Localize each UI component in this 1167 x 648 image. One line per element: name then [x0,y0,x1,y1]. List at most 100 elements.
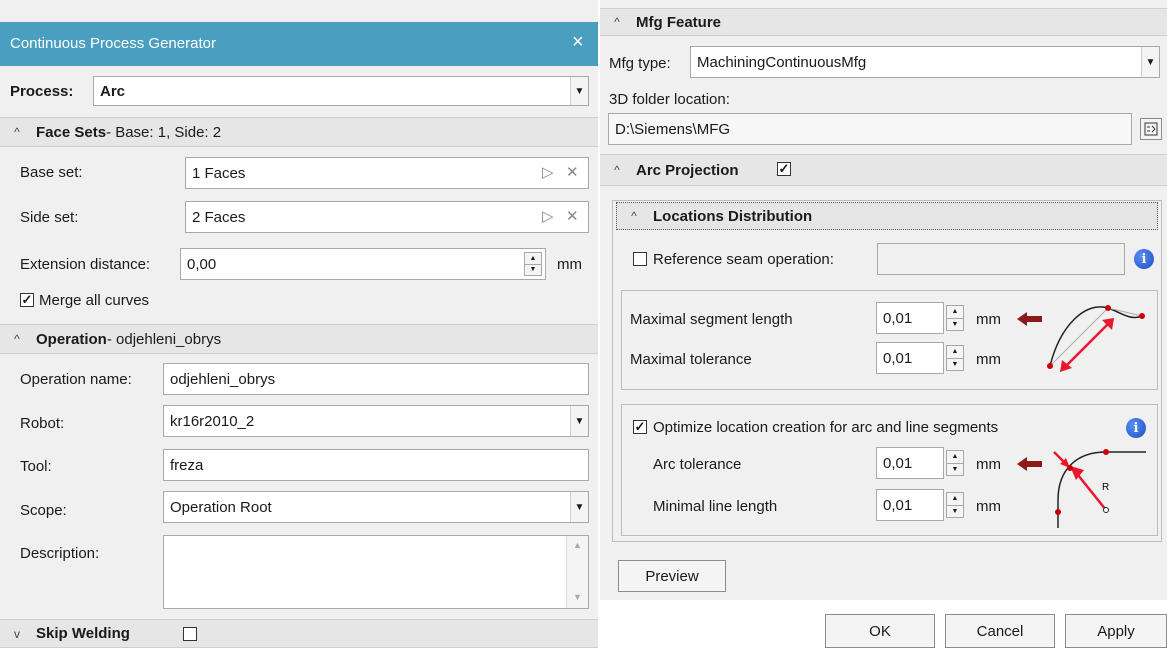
cancel-button[interactable]: Cancel [945,614,1055,648]
base-set-field[interactable]: 1 Faces [185,157,589,189]
operation-header[interactable]: ^ Operation - odjehleni_obrys [0,324,598,354]
apply-button-label: Apply [1097,622,1135,640]
apply-button[interactable]: Apply [1065,614,1167,648]
face-sets-header[interactable]: ^ Face Sets - Base: 1, Side: 2 [0,117,598,147]
spin-up-icon[interactable]: ▲ [947,493,963,506]
description-label: Description: [20,545,100,562]
locations-header[interactable]: ^ Locations Distribution [616,202,1158,230]
radius-label: R [1102,482,1109,493]
info-icon[interactable]: i [1134,249,1154,269]
folder-browse-icon[interactable] [1140,118,1162,140]
mfg-feature-title: Mfg Feature [636,13,722,31]
spin-down-icon[interactable]: ▼ [947,319,963,331]
pick-icon[interactable]: ▷ [542,163,554,181]
scope-value: Operation Root [170,498,272,516]
tool-value: freza [170,456,204,474]
preview-button-label: Preview [645,567,699,585]
arc-tolerance-unit: mm [976,456,1001,473]
chevron-up-icon: ^ [14,332,20,346]
merge-label: Merge all curves [39,292,150,309]
extension-value: 0,00 [187,255,217,273]
robot-value: kr16r2010_2 [170,412,255,430]
operation-detail: - odjehleni_obrys [106,330,222,348]
spin-down-icon[interactable]: ▼ [525,265,541,276]
clear-icon[interactable]: ✕ [566,163,579,181]
skip-welding-title: Skip Welding [36,625,130,642]
clear-icon[interactable]: ✕ [566,207,579,225]
scope-label: Scope: [20,502,67,519]
process-value: Arc [100,82,126,100]
optimize-label: Optimize location creation for arc and l… [653,419,999,436]
side-set-field[interactable]: 2 Faces [185,201,589,233]
arc-tolerance-stepper[interactable]: ▲ ▼ [946,450,964,476]
base-set-label: Base set: [20,164,83,181]
max-tolerance-value: 0,01 [883,349,913,367]
description-textarea[interactable] [163,535,589,609]
max-segment-unit: mm [976,311,1001,328]
skip-welding-checkbox[interactable] [183,627,197,641]
pick-icon[interactable]: ▷ [542,207,554,225]
chevron-down-icon[interactable]: ▼ [570,406,588,436]
operation-name-field[interactable]: odjehleni_obrys [163,363,589,395]
extension-field[interactable]: 0,00 [180,248,546,280]
chevron-down-icon: v [14,626,20,641]
mfg-feature-header[interactable]: ^ Mfg Feature [600,8,1167,36]
mfg-type-select[interactable]: MachiningContinuousMfg [690,46,1160,78]
max-segment-label: Maximal segment length [630,311,793,328]
merge-checkbox[interactable]: ✓ [20,293,34,307]
arc-tolerance-label: Arc tolerance [653,456,742,473]
chevron-up-icon: ^ [614,163,620,177]
spin-up-icon[interactable]: ▲ [947,306,963,319]
max-tolerance-field[interactable]: 0,01 [876,342,944,374]
folder-location-field[interactable]: D:\Siemens\MFG [608,113,1132,145]
arc-tolerance-value: 0,01 [883,454,913,472]
ok-button[interactable]: OK [825,614,935,648]
min-line-value: 0,01 [883,496,913,514]
face-sets-detail: - Base: 1, Side: 2 [106,123,222,141]
process-label: Process: [10,83,74,100]
side-set-value: 2 Faces [192,208,246,226]
spin-up-icon[interactable]: ▲ [947,451,963,464]
max-segment-stepper[interactable]: ▲ ▼ [946,305,964,331]
info-icon[interactable]: i [1126,418,1146,438]
max-tolerance-stepper[interactable]: ▲ ▼ [946,345,964,371]
spin-down-icon[interactable]: ▼ [947,359,963,371]
scroll-down-icon[interactable]: ▼ [573,592,582,602]
spin-down-icon[interactable]: ▼ [947,464,963,476]
arc-projection-header[interactable]: ^ Arc Projection [600,154,1167,186]
min-line-field[interactable]: 0,01 [876,489,944,521]
optimize-checkbox[interactable]: ✓ [633,420,647,434]
close-icon[interactable]: × [572,31,584,54]
arc-projection-checkbox[interactable]: ✓ [777,162,791,176]
preview-button[interactable]: Preview [618,560,726,592]
spin-up-icon[interactable]: ▲ [525,253,541,265]
mfg-type-label: Mfg type: [609,55,671,72]
robot-select[interactable]: kr16r2010_2 [163,405,589,437]
skip-welding-header[interactable]: v Skip Welding [0,619,598,648]
operation-name-value: odjehleni_obrys [170,370,276,388]
arc-tolerance-field[interactable]: 0,01 [876,447,944,479]
face-sets-title: Face Sets [36,123,107,141]
tool-label: Tool: [20,458,52,475]
process-select[interactable]: Arc [93,76,589,106]
ref-seam-checkbox[interactable] [633,252,647,266]
chevron-down-icon[interactable]: ▼ [570,77,588,105]
spin-up-icon[interactable]: ▲ [947,346,963,359]
operation-name-label: Operation name: [20,371,132,388]
scope-select[interactable]: Operation Root [163,491,589,523]
spin-down-icon[interactable]: ▼ [947,506,963,518]
extension-unit: mm [557,256,582,273]
max-segment-field[interactable]: 0,01 [876,302,944,334]
max-segment-value: 0,01 [883,309,913,327]
tool-field[interactable]: freza [163,449,589,481]
chevron-down-icon[interactable]: ▼ [1141,47,1159,77]
ref-seam-label: Reference seam operation: [653,251,834,268]
extension-stepper[interactable]: ▲ ▼ [524,252,542,276]
ref-seam-field[interactable] [877,243,1125,275]
arc-projection-title: Arc Projection [636,161,739,179]
scrollbar[interactable]: ▲ ▼ [566,536,588,608]
min-line-stepper[interactable]: ▲ ▼ [946,492,964,518]
scroll-up-icon[interactable]: ▲ [573,540,582,550]
chevron-down-icon[interactable]: ▼ [570,492,588,522]
dialog-title: Continuous Process Generator [10,35,216,52]
